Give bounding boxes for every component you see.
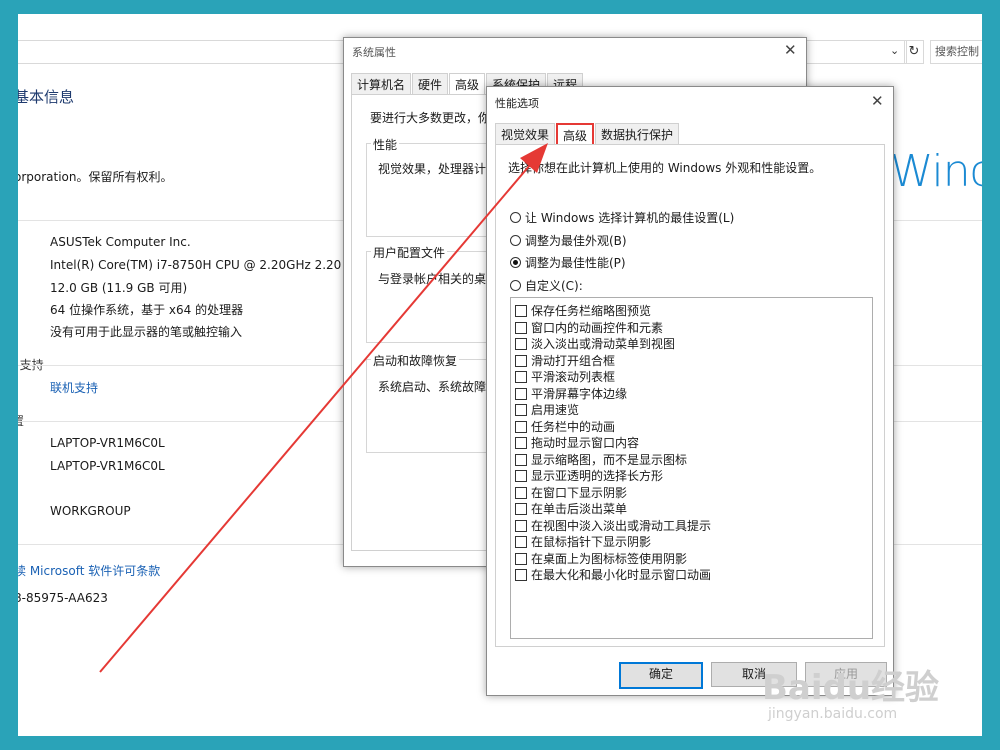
baidu-watermark: Baidu经验: [762, 668, 940, 708]
arrow-head: [520, 143, 548, 173]
watermark-url: jingyan.baidu.com: [768, 706, 898, 722]
annotation-arrow: [99, 143, 548, 673]
arrow-line: [99, 164, 531, 673]
